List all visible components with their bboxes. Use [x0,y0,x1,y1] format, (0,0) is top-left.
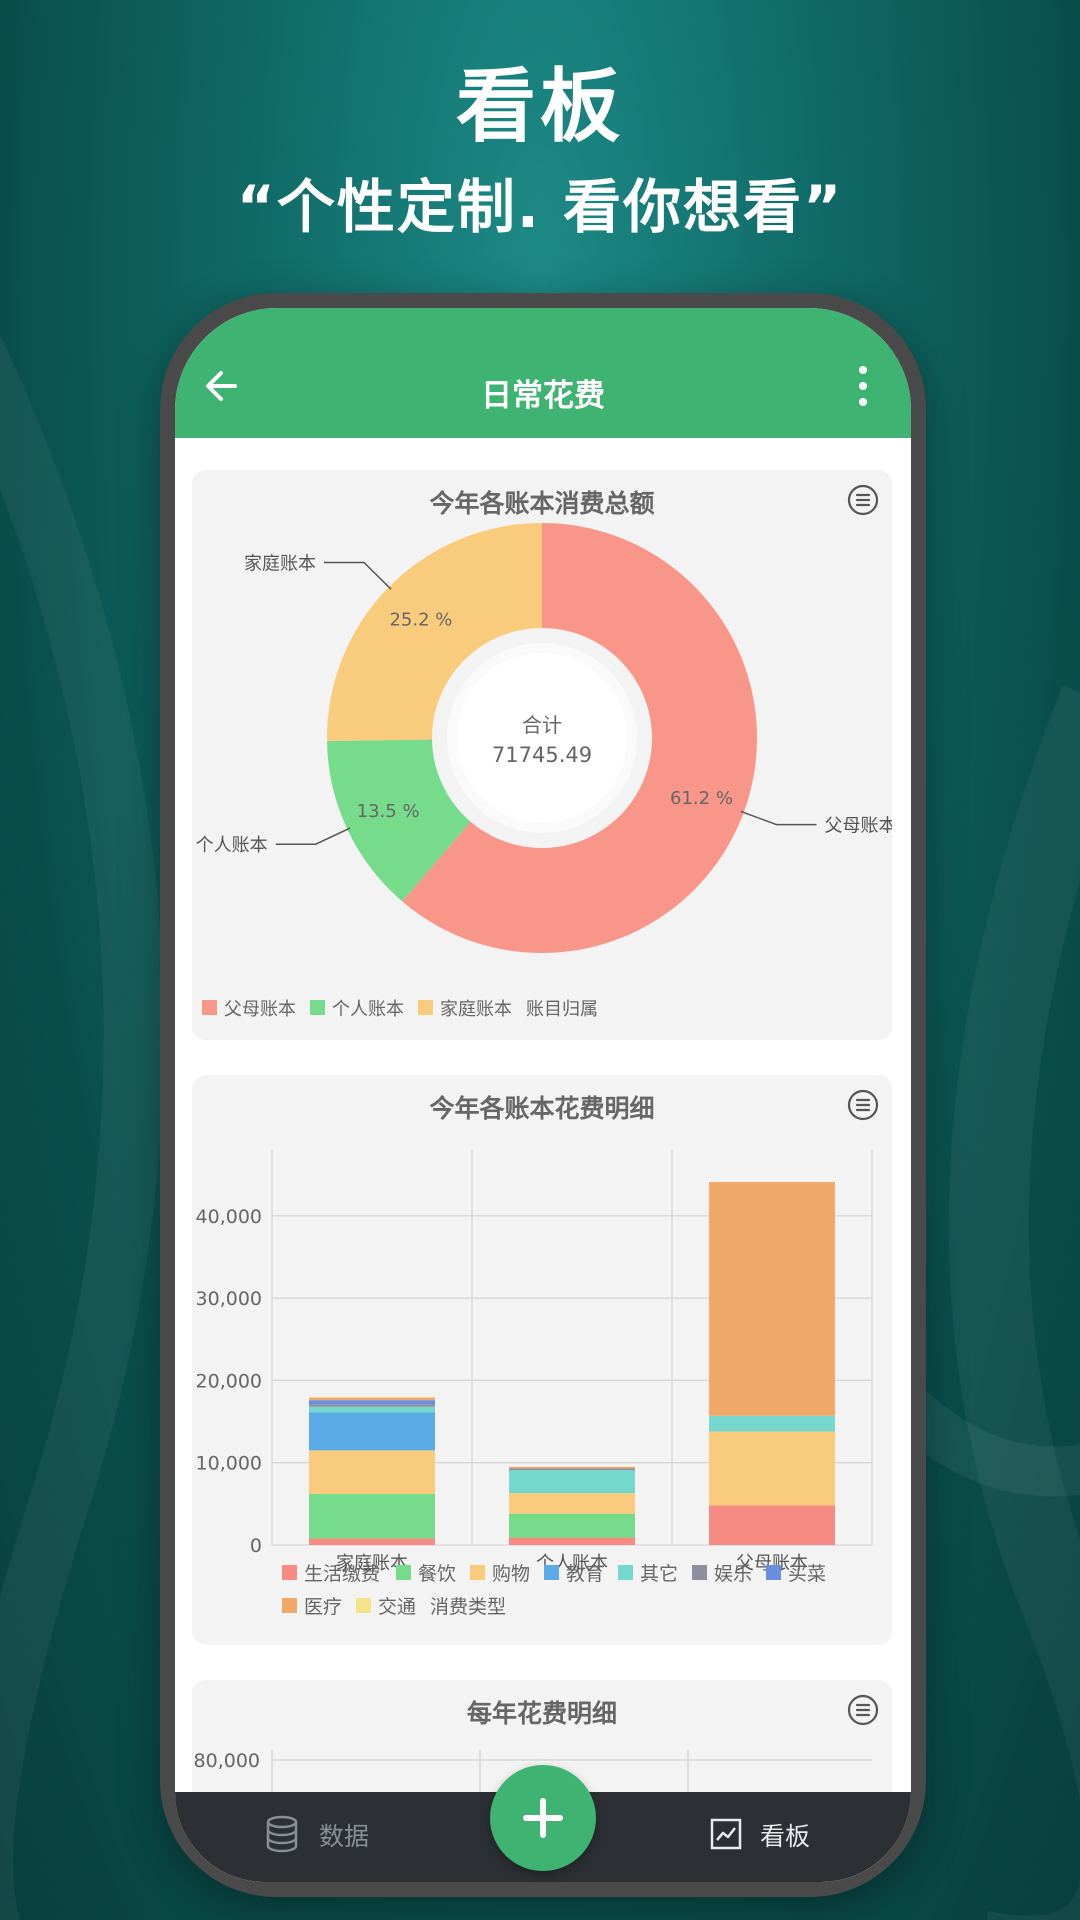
more-vertical-icon[interactable] [853,364,873,408]
chart-icon [710,1818,742,1850]
ledger-breakdown-card: 今年各账本花费明细 0 10,000 20,000 30,000 40,000 家庭账本… [192,1075,892,1645]
y-tick-label: 10,000 [196,1453,262,1475]
total-label: 合计 [522,713,562,737]
donut-chart: 合计 71745.49 61.2 % 父母账本 13.5 % 个人账本 25.2 % 家庭… [196,523,892,1020]
bar-segment[interactable] [509,1470,635,1494]
bar-segment[interactable] [509,1493,635,1514]
bar-segment[interactable] [509,1537,635,1545]
nav-label-board: 看板 [760,1822,811,1851]
nav-label-data: 数据 [319,1822,370,1851]
legend-label: 教育 [566,1563,604,1585]
promo-title: 看板 [456,60,624,153]
bar-segment[interactable] [309,1406,435,1413]
bar-segment[interactable] [709,1415,835,1432]
slice-name-label: 家庭账本 [244,553,316,574]
bar-segment[interactable] [709,1182,835,1416]
total-value: 71745.49 [492,743,592,767]
bar-segment[interactable] [509,1466,635,1469]
bar-segment[interactable] [309,1450,435,1494]
legend-label: 交通 [378,1596,416,1618]
legend-swatch [396,1565,411,1580]
stacked-bar-chart: 010,00020,00030,00040,000 家庭账本 个人账本 父母账本 生… [196,1150,873,1618]
nav-item-data[interactable]: 数据 [265,1813,385,1857]
legend-label: 医疗 [304,1596,342,1618]
bar-segment[interactable] [309,1538,435,1545]
legend-label: 娱乐 [714,1563,752,1585]
legend-swatch [282,1598,297,1613]
y-tick-label: 30,000 [196,1288,262,1310]
legend-label: 父母账本 [224,999,296,1020]
legend-swatch [202,1000,217,1015]
plus-icon [523,1798,563,1838]
slice-name-label: 个人账本 [196,835,268,856]
legend-swatch [356,1598,371,1613]
legend-label: 买菜 [788,1563,826,1585]
total-spending-card: 今年各账本消费总额 合计 71745.49 61.2 % 父母账本 13.5 % 个人… [192,470,892,1040]
legend-swatch [766,1565,781,1580]
slice-percent-label: 25.2 % [389,610,452,631]
legend-label: 餐饮 [418,1563,456,1585]
y-tick-label: 40,000 [196,1206,262,1228]
y-tick-label: 80,000 [194,1750,260,1772]
legend-swatch [282,1565,297,1580]
donut-hole [457,653,627,823]
bar-segment[interactable] [509,1468,635,1471]
slice-percent-label: 61.2 % [670,788,733,809]
bar-segment[interactable] [709,1505,835,1546]
legend-label: 家庭账本 [440,999,512,1020]
slice-percent-label: 13.5 % [357,801,420,822]
legend-title: 消费类型 [430,1596,506,1618]
legend-label: 生活缴费 [304,1563,380,1585]
legend-swatch [310,1000,325,1015]
page-title: 日常花费 [481,378,605,414]
bar-segment[interactable] [309,1493,435,1539]
bar-segment[interactable] [309,1396,435,1398]
bar-segment[interactable] [309,1412,435,1451]
bar-segment[interactable] [509,1513,635,1538]
legend-swatch [418,1000,433,1015]
slice-leader-line [740,810,817,826]
bar-segment[interactable] [309,1404,435,1407]
promo-subtitle: “个性定制. 看你想看” [236,173,844,241]
app-bar: 日常花费 [175,308,911,438]
nav-item-board[interactable]: 看板 [710,1813,830,1857]
database-icon [266,1815,298,1853]
slice-leader-line [275,827,351,845]
legend-swatch [470,1565,485,1580]
legend-label: 其它 [640,1563,678,1585]
slice-name-label: 父母账本 [825,816,892,837]
phone-screen: 日常花费 今年各账本消费总额 合计 71745.49 61.2 % 父母账本 13.… [175,308,911,1882]
legend-label: 购物 [492,1563,530,1585]
bar-segment[interactable] [309,1400,435,1405]
y-tick-label: 20,000 [196,1370,262,1392]
bar-segment[interactable] [309,1397,435,1401]
legend-swatch [544,1565,559,1580]
add-record-button[interactable] [490,1765,596,1871]
legend-label: 个人账本 [332,999,404,1020]
legend-swatch [618,1565,633,1580]
legend-title: 账目归属 [526,999,598,1020]
slice-leader-line [323,561,392,590]
bar-segment[interactable] [709,1431,835,1506]
y-tick-label: 0 [250,1535,262,1557]
legend-swatch [692,1565,707,1580]
